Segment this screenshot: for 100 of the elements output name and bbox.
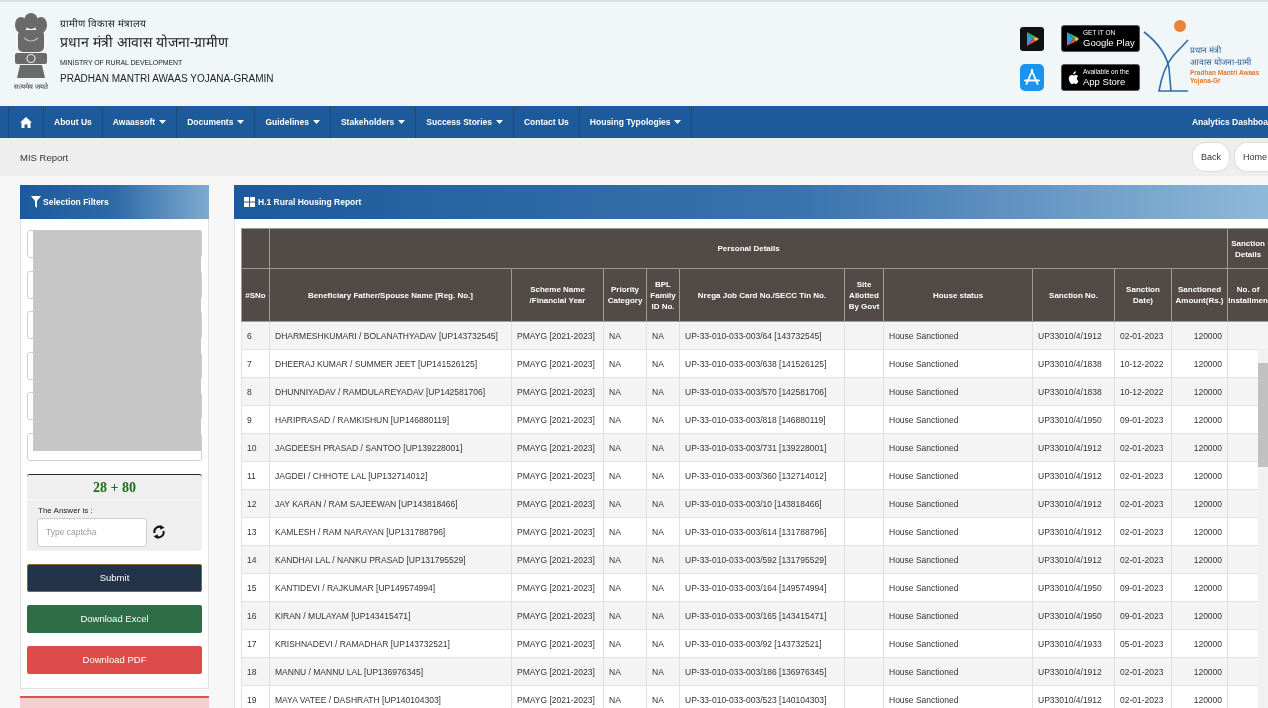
table-cell: JAGDEI / CHHOTE LAL [UP132714012] [269, 461, 512, 490]
table-cell: UP-33-010-033-003/523 [140104303] [679, 685, 845, 708]
answer-label: The Answer is : [37, 504, 94, 516]
table-cell: KANDHAI LAL / NANKU PRASAD [UP131795529] [269, 545, 512, 574]
apple-icon [1067, 70, 1079, 85]
download-pdf-button[interactable]: Download PDF [27, 645, 202, 674]
column-header: House status [883, 268, 1033, 322]
table-cell: UP33010/4/1950 [1032, 405, 1115, 434]
column-header: Priority Category [603, 268, 647, 322]
table-cell: 120000 [1171, 377, 1228, 406]
nav-button[interactable]: Back [1191, 142, 1230, 172]
app-store-icon[interactable] [1020, 64, 1044, 91]
table-cell: 120000 [1171, 601, 1228, 630]
play-store-icon[interactable] [1020, 26, 1044, 51]
refresh-icon[interactable] [152, 524, 166, 541]
table-cell: UP33010/4/1912 [1032, 545, 1115, 574]
panel-title: Selection Filters [43, 197, 109, 207]
table-cell: UP-33-010-033-003/10 [143818466] [679, 489, 845, 518]
table-header-cell [241, 228, 270, 269]
table-cell: PMAYG [2021-2023] [511, 405, 604, 434]
table-cell: 120000 [1171, 349, 1228, 378]
table-cell: House Sanctioned [883, 349, 1033, 378]
table-cell: House Sanctioned [883, 517, 1033, 546]
captcha-input[interactable]: Type captcha [37, 517, 147, 547]
table-cell: 9 [241, 405, 270, 434]
house-logo-icon [1143, 18, 1189, 92]
column-group-header: Sanction Details [1227, 228, 1268, 269]
table-cell: 11 [241, 461, 270, 490]
table-cell: UP33010/4/1838 [1032, 349, 1115, 378]
table-cell: UP-33-010-033-003/592 [131795529] [679, 545, 845, 574]
table-cell: 120000 [1171, 489, 1228, 518]
scheme-name: PRADHAN MANTRI AWAAS YOJANA-GRAMIN [60, 72, 274, 86]
table-cell: UP-33-010-033-003/570 [142581706] [679, 377, 845, 406]
table-cell: PMAYG [2021-2023] [511, 349, 604, 378]
table-cell: House Sanctioned [883, 629, 1033, 658]
table-cell: House Sanctioned [883, 377, 1033, 406]
table-cell: UP33010/4/1912 [1032, 321, 1115, 350]
nav-button[interactable]: Home [1234, 142, 1268, 172]
table-cell: 16 [241, 601, 270, 630]
table-cell: 6 [241, 321, 270, 350]
table-cell: 120000 [1171, 573, 1228, 602]
table-cell: DHEERAJ KUMAR / SUMMER JEET [UP141526125] [269, 349, 512, 378]
table-cell: PMAYG [2021-2023] [511, 461, 604, 490]
scrollbar[interactable] [1258, 348, 1268, 708]
column-header: Nrega Job Card No./SECC Tin No. [679, 268, 845, 322]
table-cell: PMAYG [2021-2023] [511, 517, 604, 546]
table-cell: House Sanctioned [883, 461, 1033, 490]
table-cell: PMAYG [2021-2023] [511, 321, 604, 350]
column-header: Scheme Name /Financial Year [511, 268, 604, 322]
nav-menu-item[interactable]: Analytics Dashboa [1191, 106, 1268, 138]
column-header: Sanction Date) [1114, 268, 1172, 322]
table-cell: PMAYG [2021-2023] [511, 657, 604, 686]
column-header: #SNo [241, 268, 270, 322]
table-cell: UP33010/4/1933 [1032, 629, 1115, 658]
filter-icon [31, 196, 41, 208]
table-cell: 120000 [1171, 321, 1228, 350]
table-cell: MANNU / MANNU LAL [UP136976345] [269, 657, 512, 686]
submit-button[interactable]: Submit [27, 563, 202, 592]
table-cell: 120000 [1171, 657, 1228, 686]
table-cell: House Sanctioned [883, 545, 1033, 574]
table-cell: House Sanctioned [883, 657, 1033, 686]
captcha-question: 28 + 80 [27, 474, 202, 500]
table-cell: PMAYG [2021-2023] [511, 545, 604, 574]
table-icon [244, 197, 255, 207]
emblem-icon [14, 12, 48, 78]
panel-title: H.1 Rural Housing Report [258, 197, 362, 207]
table-cell: 120000 [1171, 433, 1228, 462]
table-cell: 18 [241, 657, 270, 686]
table-cell: House Sanctioned [883, 573, 1033, 602]
table-cell: PMAYG [2021-2023] [511, 629, 604, 658]
table-cell: UP-33-010-033-003/186 [136976345] [679, 657, 845, 686]
table-cell: 10 [241, 433, 270, 462]
table-cell: JAY KARAN / RAM SAJEEWAN [UP143818466] [269, 489, 512, 518]
table-cell: PMAYG [2021-2023] [511, 433, 604, 462]
table-cell: KIRAN / MULAYAM [UP143415471] [269, 601, 512, 630]
table-cell: House Sanctioned [883, 601, 1033, 630]
column-header: Beneficiary Father/Spouse Name [Reg. No.] [269, 268, 512, 322]
table-cell: UP33010/4/1912 [1032, 461, 1115, 490]
table-cell: UP33010/4/1912 [1032, 517, 1115, 546]
table-cell: UP-33-010-033-003/818 [146880119] [679, 405, 845, 434]
table-cell: 19 [241, 685, 270, 708]
column-header: No. of Installmen [1227, 268, 1268, 322]
table-cell: 8 [241, 377, 270, 406]
table-cell: UP-33-010-033-003/638 [141526125] [679, 349, 845, 378]
table-cell: KANTIDEVI / RAJKUMAR [UP149574994] [269, 573, 512, 602]
table-cell: House Sanctioned [883, 405, 1033, 434]
table-cell: DHUNNIYADAV / RAMDULAREYADAV [UP142581706] [269, 377, 512, 406]
scrollbar-thumb[interactable] [1258, 363, 1268, 467]
table-cell: 14 [241, 545, 270, 574]
table-cell: JAGDEESH PRASAD / SANTOO [UP139228001] [269, 433, 512, 462]
table-cell: 120000 [1171, 461, 1228, 490]
table-cell: UP33010/4/1912 [1032, 489, 1115, 518]
table-cell: KAMLESH / RAM NARAYAN [UP131788796] [269, 517, 512, 546]
column-header: Sanctioned Amount(Rs.) [1171, 268, 1228, 322]
logo-title: प्रधान मंत्री [1190, 44, 1222, 56]
table-cell: DHARMESHKUMARI / BOLANATHYADAV [UP143732545] [269, 321, 512, 350]
table-cell: 7 [241, 349, 270, 378]
column-header: Site Allotted By Govt [844, 268, 884, 322]
table-cell: UP33010/4/1912 [1032, 657, 1115, 686]
download-excel-button[interactable]: Download Excel [27, 604, 202, 633]
